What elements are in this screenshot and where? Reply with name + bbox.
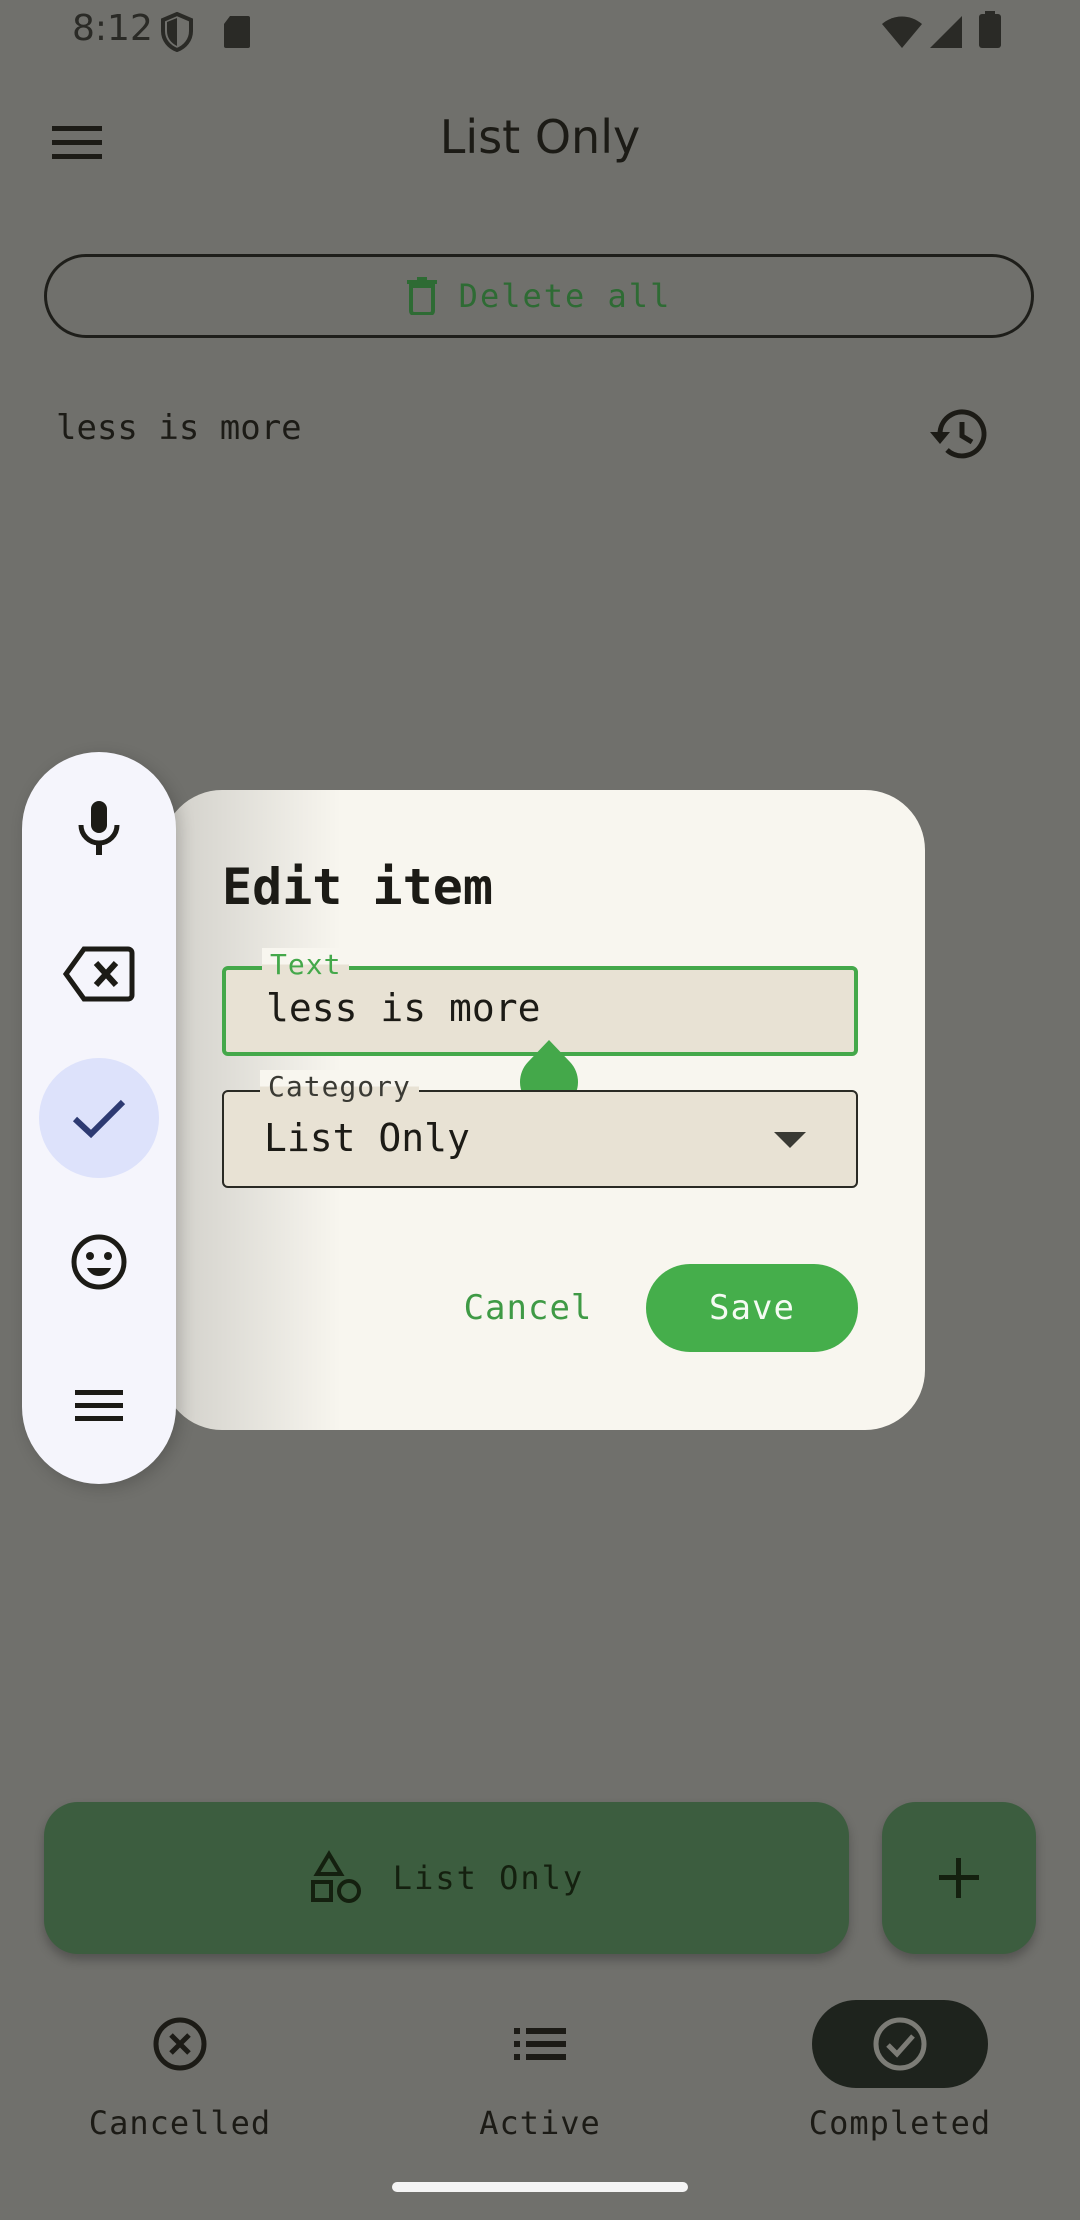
cancel-button[interactable]: Cancel [448,1264,608,1352]
history-icon[interactable] [926,404,990,464]
wifi-icon [882,16,922,48]
nav-completed[interactable]: Completed [750,2000,1050,2142]
text-field-value[interactable]: less is more [266,986,541,1030]
list-icon [514,2028,566,2060]
plus-icon [939,1858,979,1898]
category-bar-label: List Only [392,1859,585,1897]
category-field-value: List Only [264,1116,470,1160]
check-button[interactable] [39,1058,159,1178]
shapes-icon [310,1850,361,1903]
cancel-circle-icon [153,2017,207,2071]
dropdown-arrow-icon[interactable] [774,1132,806,1148]
nav-cancelled[interactable]: Cancelled [30,2000,330,2142]
backspace-icon [62,946,135,1002]
nav-cancelled-label: Cancelled [88,2104,272,2142]
shield-icon [161,12,193,52]
list-item[interactable]: less is more [56,408,302,448]
nav-active-label: Active [479,2104,601,2142]
emoji-button[interactable] [39,1202,159,1322]
dialog-title: Edit item [222,858,493,916]
toolbar-menu-button[interactable] [39,1346,159,1466]
nav-active[interactable]: Active [390,2000,690,2142]
cell-signal-icon [930,16,962,48]
check-icon [72,1099,126,1139]
microphone-icon [78,801,120,855]
backspace-button[interactable] [39,914,159,1034]
microphone-button[interactable] [39,768,159,888]
home-indicator[interactable] [392,2182,688,2192]
sd-card-icon [224,16,250,48]
emoji-icon [71,1234,127,1290]
delete-all-label: Delete all [458,277,672,315]
status-time: 8:12 [72,8,153,49]
save-button[interactable]: Save [646,1264,858,1352]
category-selector-button[interactable]: List Only [44,1802,849,1954]
nav-completed-label: Completed [808,2104,992,2142]
trash-icon [406,277,437,315]
battery-icon [979,11,1001,48]
menu-icon [75,1390,123,1421]
category-dropdown[interactable]: Category List Only [222,1070,858,1188]
delete-all-button[interactable]: Delete all [44,254,1034,338]
text-field-label: Text [262,948,350,981]
check-circle-icon [873,2017,927,2071]
category-field-label: Category [260,1070,419,1103]
add-item-button[interactable] [882,1802,1036,1954]
page-title: List Only [439,110,641,164]
